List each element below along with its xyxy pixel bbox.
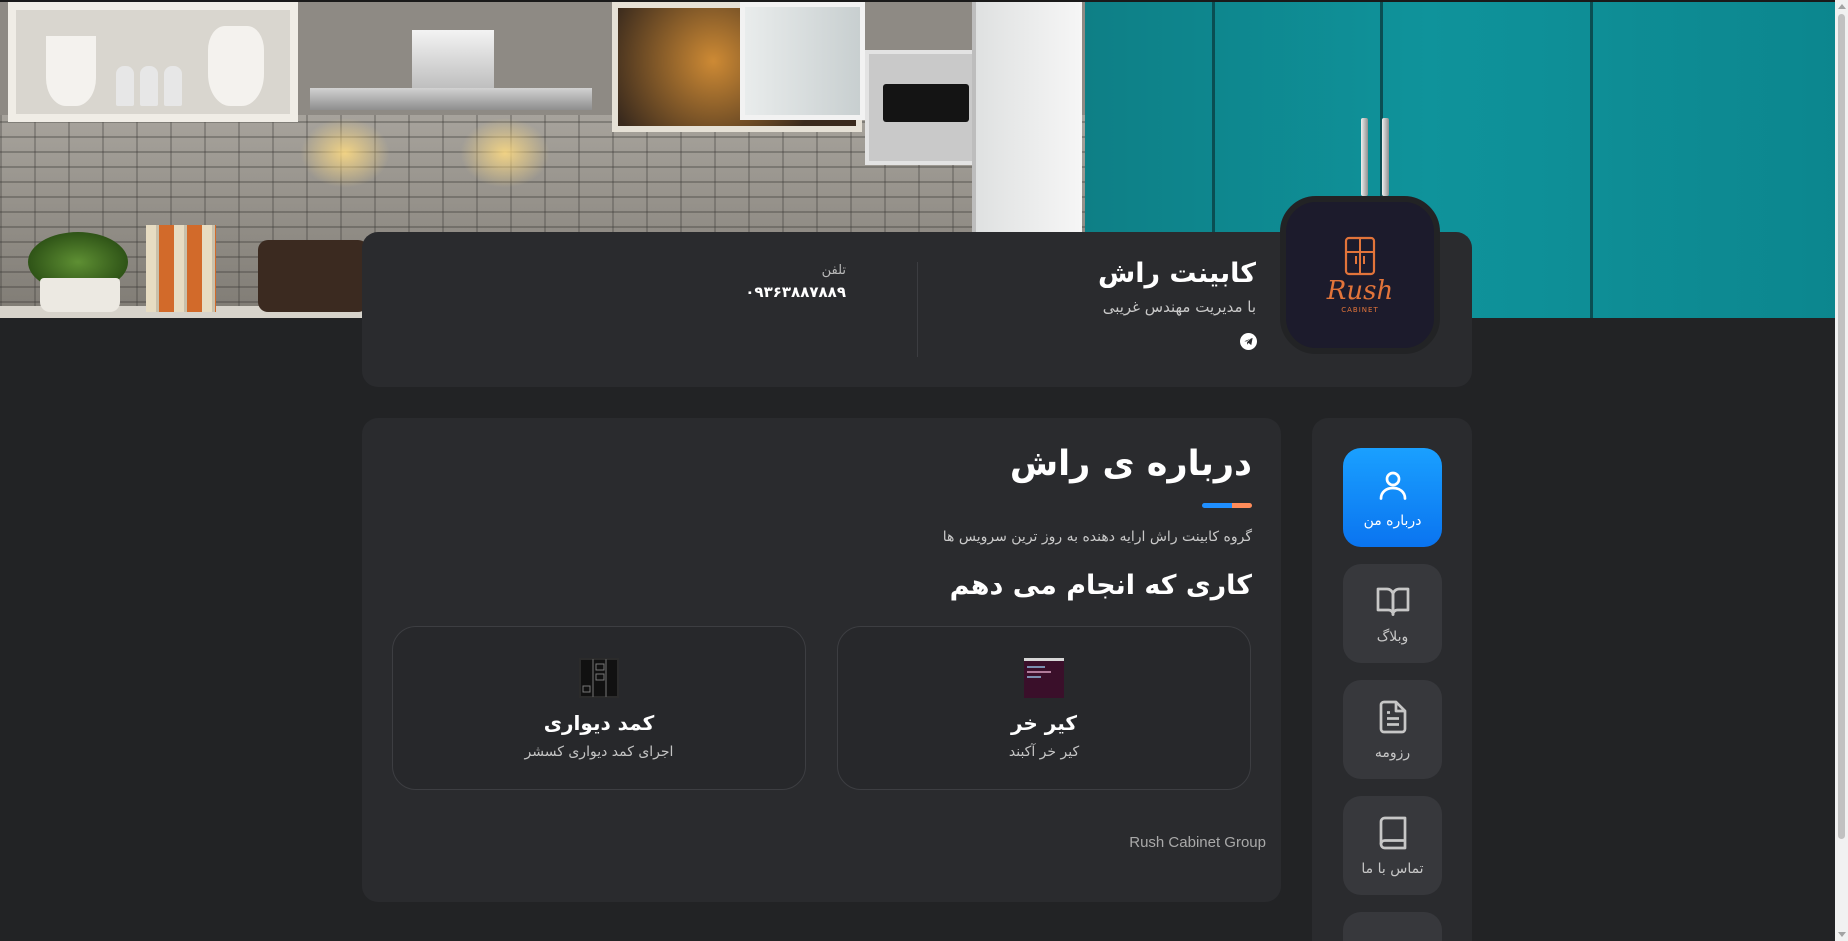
nav-label-resume: رزومه — [1374, 744, 1411, 761]
nav-label-about: درباره من — [1363, 512, 1422, 529]
nav-label-blog: وبلاگ — [1376, 628, 1409, 645]
cabinet-logo-icon — [1344, 236, 1376, 276]
title-underline — [1202, 503, 1252, 508]
footer-text: Rush Cabinet Group — [1129, 834, 1266, 851]
brand-name: کابینت راش — [1097, 258, 1256, 289]
scroll-up-icon[interactable] — [1838, 4, 1846, 9]
services-title: کاری که انجام می دهم — [949, 570, 1252, 601]
nav-item-contact[interactable]: تماس با ما — [1343, 796, 1442, 895]
service-title: کمد دیواری — [543, 711, 655, 735]
scrollbar-thumb[interactable] — [1838, 14, 1845, 839]
logo-subtext: CABINET — [1341, 306, 1379, 314]
user-icon — [1379, 471, 1406, 500]
service-description: کیر خر آکبند — [1008, 744, 1080, 760]
nav-item-blog[interactable]: وبلاگ — [1343, 564, 1442, 663]
page-scrollbar[interactable] — [1835, 0, 1848, 941]
scroll-down-icon[interactable] — [1838, 932, 1846, 937]
book-open-icon — [1376, 587, 1409, 616]
service-card-2[interactable]: کمد دیواری اجرای کمد دیواری کسشر — [392, 626, 806, 790]
logo-word: Rush — [1326, 276, 1394, 306]
brand-subtitle: با مدیریت مهندس غریبی — [1102, 298, 1256, 316]
nav-item-about[interactable]: درباره من — [1343, 448, 1442, 547]
nav-item-resume[interactable]: رزومه — [1343, 680, 1442, 779]
about-text: گروه کابینت راش ارایه دهنده به روز ترین … — [942, 529, 1252, 545]
document-icon — [1379, 700, 1406, 733]
profile-divider — [917, 262, 918, 357]
nav-item-more[interactable] — [1343, 912, 1442, 941]
nav-label-contact: تماس با ما — [1361, 860, 1424, 877]
service-description: اجرای کمد دیواری کسشر — [524, 744, 674, 760]
phone-number[interactable]: ۰۹۳۶۳۸۸۷۸۸۹ — [745, 283, 846, 301]
wardrobe-icon — [579, 658, 619, 698]
telegram-icon[interactable] — [1240, 333, 1257, 350]
phone-label: تلفن — [821, 263, 846, 278]
service-thumbnail-icon — [1024, 658, 1064, 698]
book-icon — [1379, 816, 1406, 849]
about-title: درباره ی راش — [1009, 444, 1252, 484]
brand-avatar: Rush CABINET — [1280, 196, 1440, 354]
service-title: کیر خر — [1010, 711, 1078, 735]
service-card-1[interactable]: کیر خر کیر خر آکبند — [837, 626, 1251, 790]
